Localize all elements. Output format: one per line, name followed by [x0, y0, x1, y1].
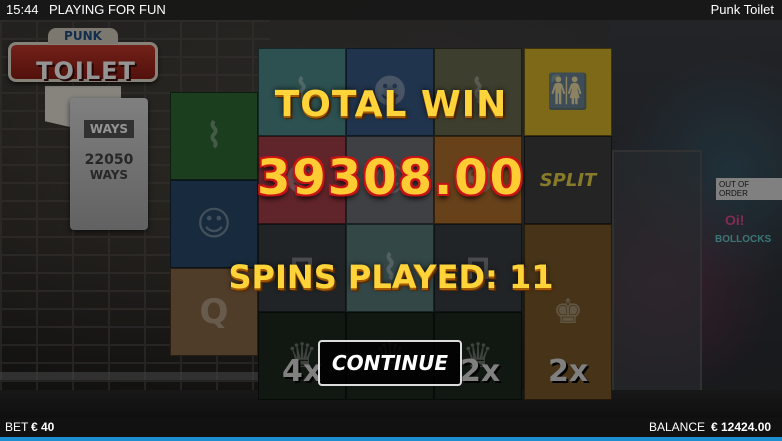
bottom-status-bar: BET € 40 BALANCE € 12424.00: [0, 418, 782, 441]
spins-played: SPINS PLAYED: 11: [0, 258, 782, 296]
top-status-bar: 15:44 PLAYING FOR FUN Punk Toilet: [0, 0, 782, 20]
bottom-accent-strip: [0, 437, 782, 441]
spins-played-label: SPINS PLAYED:: [228, 258, 498, 296]
total-win-amount: 39308.00: [256, 150, 526, 206]
balance-label: BALANCE: [649, 420, 706, 434]
game-title: Punk Toilet: [710, 2, 774, 17]
spins-played-count: 11: [508, 258, 554, 296]
play-mode: PLAYING FOR FUN: [49, 2, 166, 17]
bet-label: BET: [5, 420, 29, 434]
total-win-title: TOTAL WIN: [274, 84, 508, 125]
clock: 15:44: [6, 2, 39, 17]
bet-value: € 40: [31, 420, 55, 434]
continue-button[interactable]: CONTINUE: [318, 340, 462, 386]
balance-value: € 12424.00: [711, 420, 772, 434]
